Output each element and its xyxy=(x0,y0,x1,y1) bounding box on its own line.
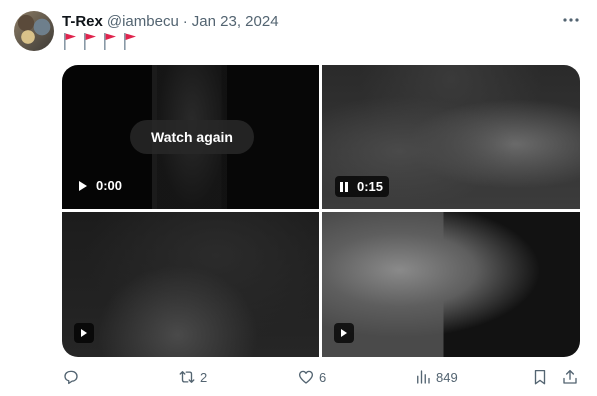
play-button[interactable] xyxy=(334,323,354,343)
red-flag-icon xyxy=(84,33,96,50)
like-button[interactable]: 6 xyxy=(297,368,326,386)
separator: · xyxy=(182,12,188,30)
video-3[interactable] xyxy=(62,212,319,357)
video-1-time: 0:00 xyxy=(96,178,123,193)
media-grid: Watch again 0:00 0:15 xyxy=(62,65,580,357)
reply-icon xyxy=(64,370,78,385)
retweet-button[interactable]: 2 xyxy=(178,368,207,386)
video-2[interactable]: 0:15 xyxy=(322,65,580,209)
heart-icon xyxy=(298,370,314,384)
tweet-date[interactable]: Jan 23, 2024 xyxy=(192,13,279,30)
tweet-text xyxy=(63,32,137,50)
tweet-header: T-Rex @iambecu · Jan 23, 2024 xyxy=(62,11,279,31)
play-button[interactable] xyxy=(74,323,94,343)
red-flag-icon xyxy=(104,33,116,50)
pause-icon[interactable] xyxy=(339,181,349,193)
more-options-icon[interactable] xyxy=(560,10,582,30)
play-icon xyxy=(81,329,87,337)
retweet-icon xyxy=(179,371,195,383)
video-2-controls: 0:15 xyxy=(335,176,390,197)
video-1-controls: 0:00 xyxy=(78,178,122,193)
play-icon xyxy=(341,329,347,337)
avatar[interactable] xyxy=(14,11,54,51)
views-button[interactable]: 849 xyxy=(414,368,458,386)
retweet-count: 2 xyxy=(200,369,208,385)
views-icon xyxy=(417,370,430,384)
views-count: 849 xyxy=(436,369,458,385)
video-1[interactable]: Watch again 0:00 xyxy=(62,65,319,209)
author-handle[interactable]: @iambecu xyxy=(107,13,179,30)
tweet-actions: 2 6 849 xyxy=(62,368,582,390)
bookmark-icon xyxy=(534,369,546,385)
reply-button[interactable] xyxy=(62,368,84,386)
video-4[interactable] xyxy=(322,212,580,357)
play-icon[interactable] xyxy=(78,180,88,192)
author-name[interactable]: T-Rex xyxy=(62,13,103,30)
tweet: T-Rex @iambecu · Jan 23, 2024 Watch agai… xyxy=(0,0,597,396)
red-flag-icon xyxy=(124,33,136,50)
video-2-time: 0:15 xyxy=(357,179,384,194)
share-button[interactable] xyxy=(561,368,579,386)
like-count: 6 xyxy=(319,369,327,385)
watch-again-button[interactable]: Watch again xyxy=(130,120,254,154)
bookmark-button[interactable] xyxy=(531,368,549,386)
red-flag-icon xyxy=(64,33,76,50)
share-icon xyxy=(563,369,577,384)
